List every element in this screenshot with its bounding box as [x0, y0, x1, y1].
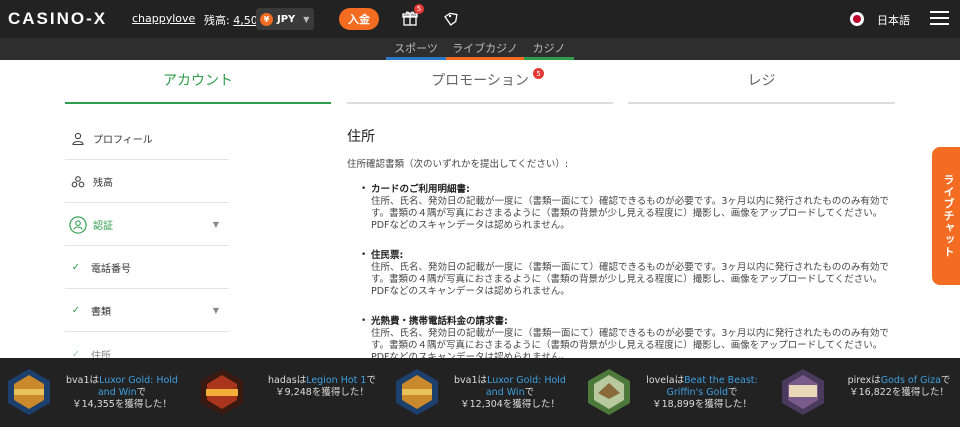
- currency-select[interactable]: ¥ JPY ▼: [256, 8, 314, 30]
- tab-sports-label: スポーツ: [394, 42, 438, 55]
- section-intro: 住所確認書類（次のいずれかを提出してください）:: [347, 159, 569, 170]
- live-chat-button[interactable]: ライブチャット: [932, 147, 960, 285]
- category-nav: スポーツ ライブカジノ カジノ: [0, 38, 960, 60]
- japan-flag-icon[interactable]: [850, 12, 864, 26]
- verified-user-icon: [69, 215, 87, 235]
- chevron-down-icon: ▼: [303, 14, 310, 24]
- tab-live-casino[interactable]: ライブカジノ: [446, 38, 524, 60]
- address-section: 住所 住所確認書類（次のいずれかを提出してください）: カードのご利用明細書: …: [347, 126, 897, 382]
- tab-promotion-label: プロモーション: [431, 73, 529, 89]
- deposit-button[interactable]: 入金: [339, 8, 379, 30]
- tab-cashier-label: レジ: [747, 73, 776, 89]
- username-link[interactable]: chappylove: [132, 12, 195, 25]
- sidebar-item-label: 書類: [91, 307, 111, 318]
- luxor-gold-thumbnail: [396, 369, 438, 415]
- sidebar-subitem-phone[interactable]: ✓ 電話番号: [65, 247, 229, 289]
- document-item: 住民票: 住所、氏名、発効日の記載が一度に（書類一面にて）確認できるものが必要で…: [347, 250, 897, 298]
- document-description: 住所、氏名、発効日の記載が一度に（書類一面にて）確認できるものが必要です。3ヶ月…: [371, 262, 889, 297]
- sidebar-item-verification[interactable]: 認証 ▼: [65, 204, 229, 246]
- chevron-down-icon: ▼: [212, 306, 219, 315]
- tab-casino[interactable]: カジノ: [524, 38, 574, 60]
- coins-icon: [69, 175, 87, 188]
- user-icon: [69, 132, 87, 145]
- tab-live-casino-label: ライブカジノ: [452, 42, 518, 55]
- check-icon: ✓: [71, 305, 81, 316]
- check-icon: ✓: [71, 262, 81, 273]
- hamburger-menu-icon[interactable]: [930, 11, 949, 26]
- luxor-gold-thumbnail: [8, 369, 50, 415]
- document-item: カードのご利用明細書: 住所、氏名、発効日の記載が一度に（書類一面にて）確認でき…: [347, 184, 897, 232]
- currency-code: JPY: [277, 13, 296, 25]
- legion-hot-thumbnail: [201, 369, 243, 415]
- top-bar: CASINO-X chappylove 残高: 4,500 ¥ JPY ▼ 入金…: [0, 0, 960, 38]
- balance-label: 残高:: [204, 14, 234, 27]
- tab-promotion[interactable]: プロモーション: [347, 64, 613, 104]
- griffins-gold-thumbnail: [588, 369, 630, 415]
- tab-account[interactable]: アカウント: [65, 64, 331, 104]
- sidebar-subitem-documents[interactable]: ✓ 書類 ▼: [65, 290, 229, 332]
- sidebar-item-profile[interactable]: プロフィール: [65, 118, 229, 160]
- ticker-text: bva1はLuxor Gold: Hold and Winで ￥12,304を獲得…: [454, 375, 566, 410]
- promotion-badge: 5: [533, 68, 544, 79]
- tab-casino-label: カジノ: [532, 42, 566, 55]
- tab-account-label: アカウント: [163, 73, 233, 89]
- site-logo[interactable]: CASINO-X: [8, 9, 107, 29]
- chevron-down-icon: ▼: [212, 220, 219, 229]
- promotion-tag-icon[interactable]: [444, 10, 460, 26]
- document-title: 住民票:: [371, 250, 404, 261]
- document-title: 光熱費・携帯電話料金の請求書:: [371, 316, 508, 327]
- win-ticker: bva1はLuxor Gold: Hold and Winで ￥14,355を獲得…: [0, 358, 960, 427]
- ticker-text: pirexはGods of Gizaで ￥16,822を獲得した！: [847, 375, 951, 398]
- document-description: 住所、氏名、発効日の記載が一度に（書類一面にて）確認できるものが必要です。3ヶ月…: [371, 196, 889, 231]
- sidebar-item-label: 電話番号: [91, 264, 131, 275]
- sidebar-item-balance[interactable]: 残高: [65, 161, 229, 203]
- ticker-text: hadasはLegion Hot 1で ￥9,248を獲得した！: [268, 375, 376, 398]
- gods-of-giza-thumbnail: [782, 369, 824, 415]
- sidebar-item-label: 残高: [93, 178, 113, 189]
- yen-coin-icon: ¥: [260, 12, 273, 26]
- language-selector[interactable]: 日本語: [877, 12, 910, 28]
- sidebar-item-label: プロフィール: [93, 135, 153, 146]
- document-title: カードのご利用明細書:: [371, 184, 470, 195]
- document-item: 光熱費・携帯電話料金の請求書: 住所、氏名、発効日の記載が一度に（書類一面にて）…: [347, 316, 897, 364]
- tab-sports[interactable]: スポーツ: [386, 38, 446, 60]
- section-title: 住所: [347, 129, 375, 145]
- ticker-text: bva1はLuxor Gold: Hold and Winで ￥14,355を獲得…: [66, 375, 178, 410]
- ticker-text: lovelaはBeat the Beast: Griffin's Goldで ￥1…: [646, 375, 758, 410]
- tab-cashier[interactable]: レジ: [628, 64, 895, 104]
- gift-badge: 5: [414, 4, 424, 14]
- sidebar-item-label: 認証: [93, 221, 113, 232]
